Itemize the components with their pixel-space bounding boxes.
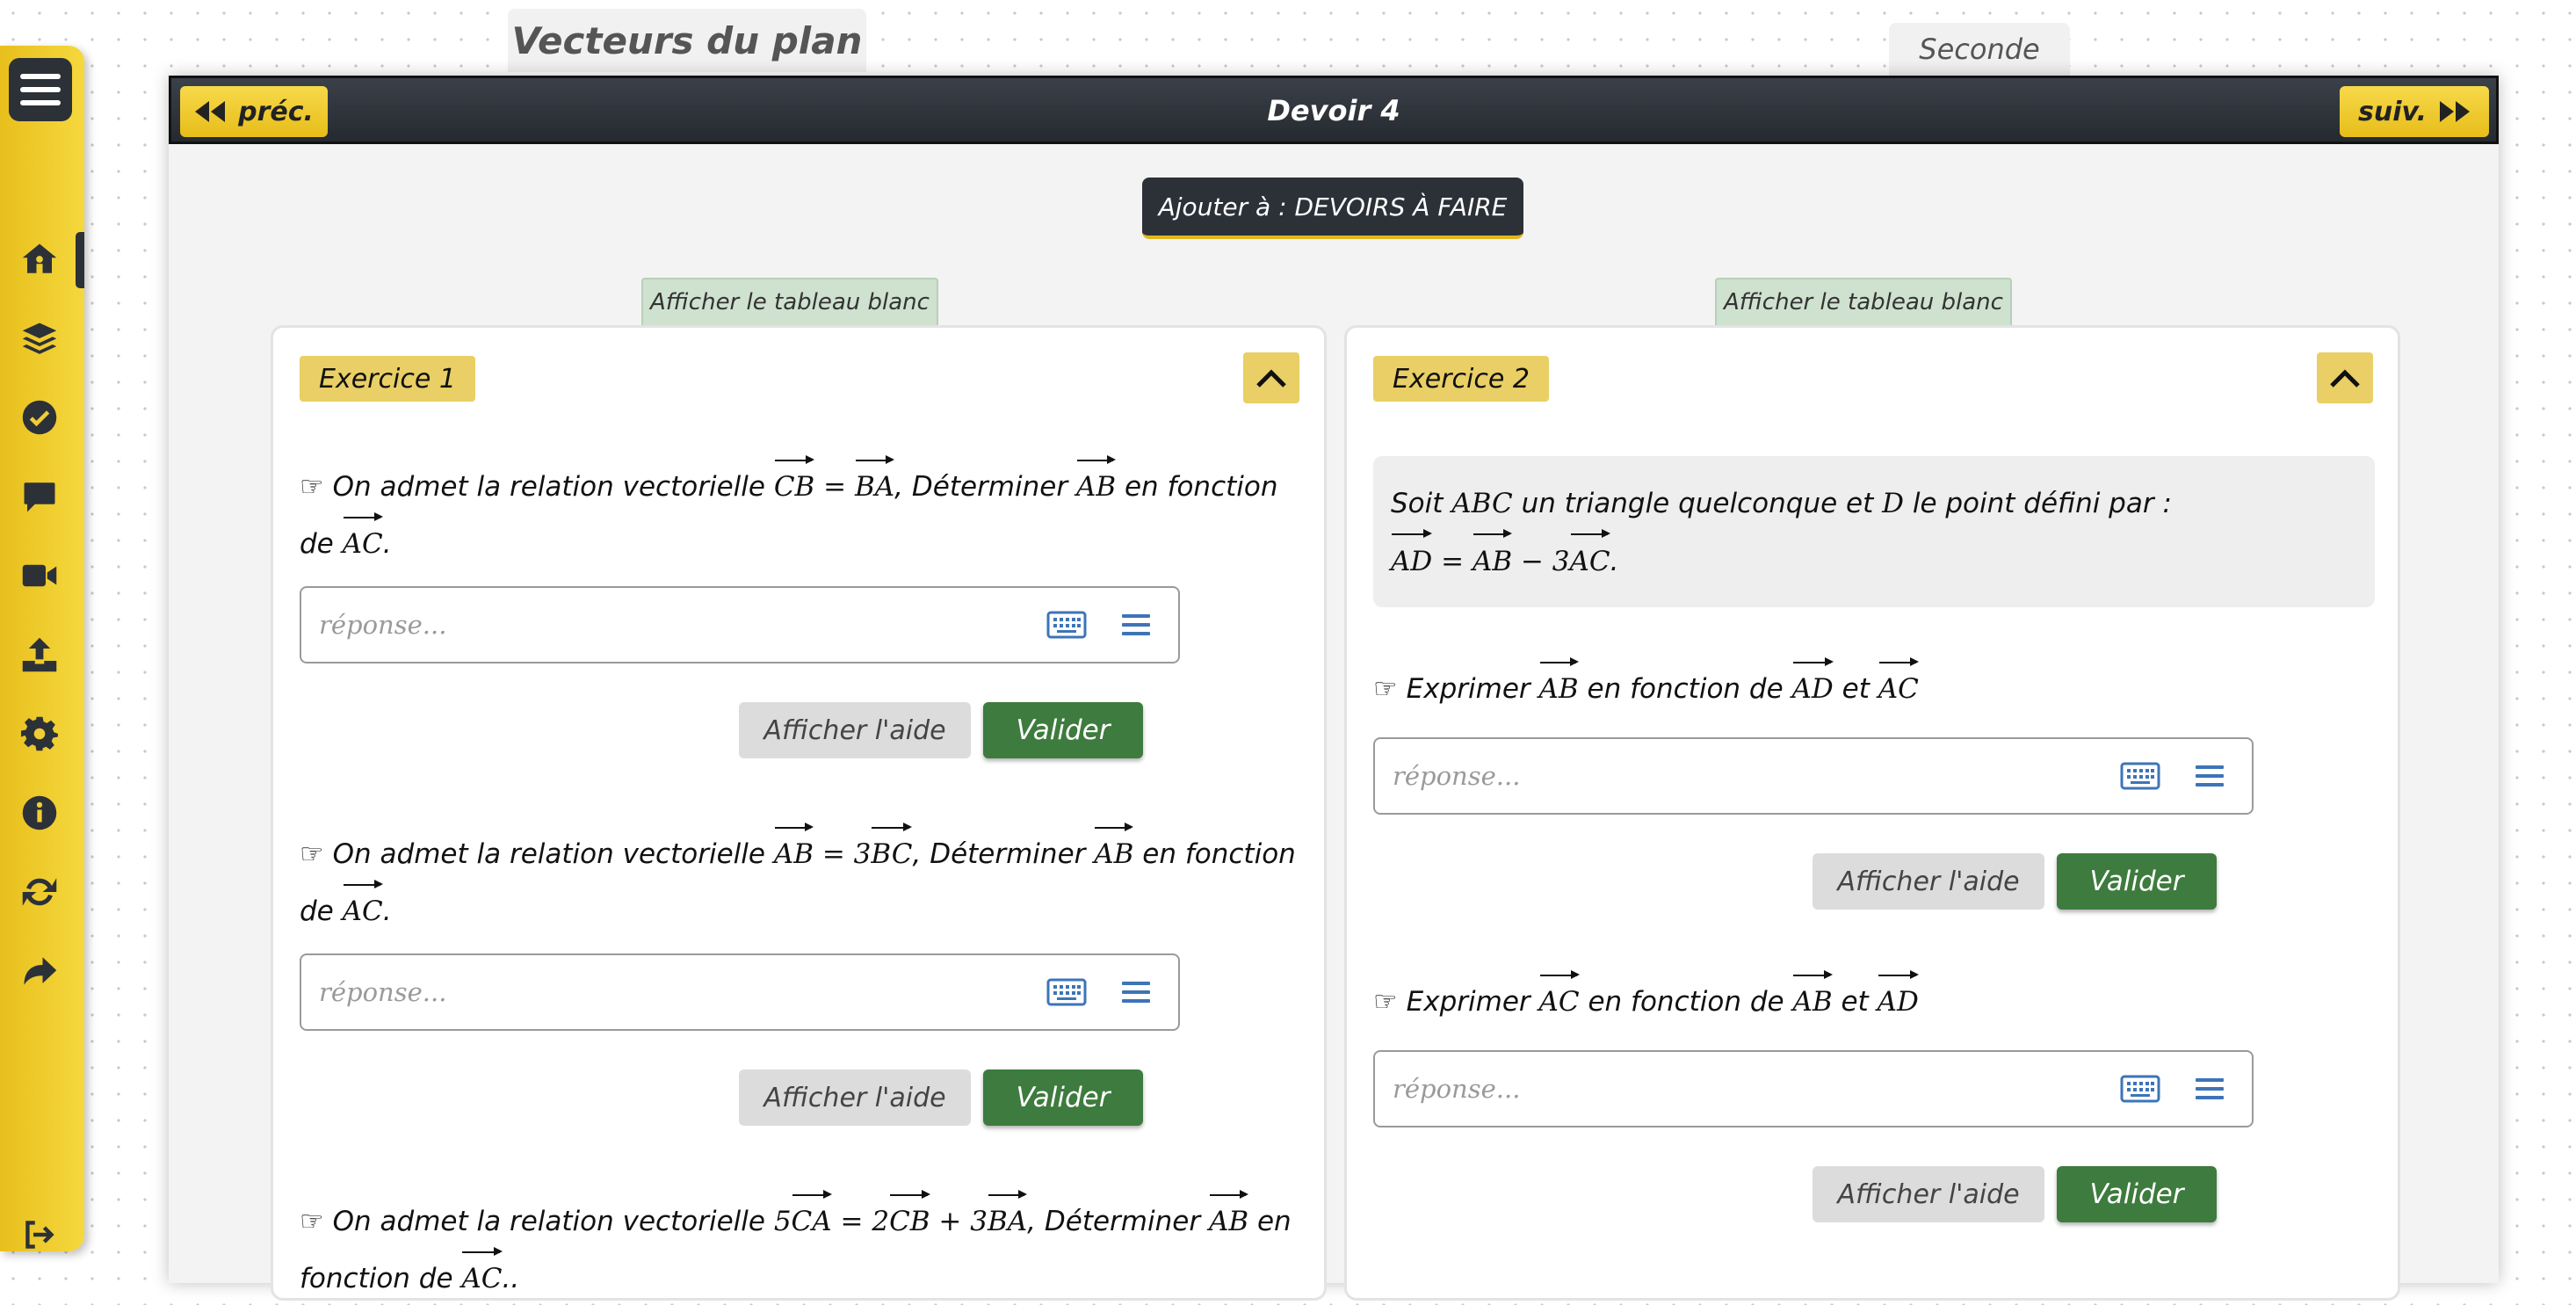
- ex2-statement: Soit ABC un triangle quelconque et D le …: [1373, 456, 2375, 607]
- keyboard-icon[interactable]: [1046, 609, 1087, 641]
- fast-forward-icon: [2440, 101, 2470, 122]
- home-icon[interactable]: [19, 239, 60, 279]
- next-label: suiv.: [2357, 96, 2427, 127]
- ex2-answer-input-1[interactable]: réponse...: [1373, 737, 2254, 815]
- vector-CB: CB: [889, 1190, 930, 1248]
- vector-AB: AB: [1076, 455, 1117, 513]
- vector-AC: AC: [1539, 970, 1580, 1028]
- vector-AC: AC: [343, 879, 383, 938]
- rewind-icon: [195, 101, 226, 122]
- menu-lines-icon[interactable]: [1118, 607, 1154, 642]
- chapter-title: Vecteurs du plan: [508, 9, 866, 72]
- check-circle-icon[interactable]: [19, 397, 60, 438]
- answer-placeholder: réponse...: [319, 977, 447, 1007]
- upload-icon[interactable]: [19, 634, 60, 675]
- ex1-answer-input-1[interactable]: réponse...: [300, 586, 1180, 663]
- keyboard-icon[interactable]: [2120, 1073, 2160, 1105]
- main-panel: Devoir 4 préc. suiv. Ajouter à : DEVOIRS…: [169, 76, 2499, 1301]
- exercise-1-badge: Exercice 1: [300, 356, 475, 402]
- menu-lines-icon[interactable]: [1118, 975, 1154, 1010]
- video-icon[interactable]: [19, 555, 60, 596]
- show-help-button-ex1-q1[interactable]: Afficher l'aide: [739, 702, 971, 758]
- next-button[interactable]: suiv.: [2340, 86, 2489, 137]
- validate-button-ex2-q2[interactable]: Valider: [2057, 1166, 2217, 1222]
- answer-placeholder: réponse...: [319, 610, 447, 640]
- show-whiteboard-tab-ex2[interactable]: Afficher le tableau blanc: [1715, 278, 2012, 325]
- vector-AC: AC: [343, 511, 383, 570]
- vector-AB: AB: [1094, 823, 1134, 881]
- ex1-question-3: ☞ On admet la relation vectorielle 5CA =…: [300, 1190, 1301, 1305]
- ex2-question-1: ☞ Exprimer AB en fonction de AD et AC: [1373, 657, 2375, 715]
- vector-CA: CA: [792, 1190, 832, 1248]
- active-indicator: [76, 232, 84, 288]
- menu-lines-icon[interactable]: [2192, 758, 2227, 794]
- collapse-exercise-2-button[interactable]: [2317, 352, 2373, 403]
- keyboard-icon[interactable]: [1046, 976, 1087, 1008]
- vector-AB: AB: [774, 823, 814, 881]
- layers-icon[interactable]: [19, 318, 60, 359]
- vector-AC: AC: [1570, 529, 1610, 588]
- show-help-button-ex2-q1[interactable]: Afficher l'aide: [1813, 853, 2044, 910]
- menu-lines-icon[interactable]: [2192, 1071, 2227, 1106]
- ex1-question-1: ☞ On admet la relation vectorielle CB = …: [300, 455, 1301, 570]
- vector-CB: CB: [774, 455, 814, 513]
- vector-AB: AB: [1473, 529, 1513, 588]
- prev-button[interactable]: préc.: [180, 86, 328, 137]
- vector-AB: AB: [1209, 1190, 1249, 1248]
- validate-button-ex1-q2[interactable]: Valider: [983, 1069, 1143, 1126]
- chat-icon[interactable]: [19, 476, 60, 517]
- vector-AC: AC: [461, 1246, 503, 1305]
- show-help-button-ex1-q2[interactable]: Afficher l'aide: [739, 1069, 971, 1126]
- answer-placeholder: réponse...: [1393, 1074, 1521, 1104]
- keyboard-icon[interactable]: [2120, 760, 2160, 792]
- share-icon[interactable]: [19, 951, 60, 991]
- assignment-title: Devoir 4: [1267, 94, 1400, 127]
- prev-label: préc.: [238, 96, 314, 127]
- sync-icon[interactable]: [19, 872, 60, 912]
- vector-AD: AD: [1391, 529, 1433, 588]
- ex1-answer-input-2[interactable]: réponse...: [300, 953, 1180, 1031]
- vector-AD: AD: [1878, 970, 1920, 1028]
- ex2-question-2: ☞ Exprimer AC en fonction de AB et AD: [1373, 970, 2375, 1028]
- assignment-nav-bar: Devoir 4 préc. suiv.: [169, 76, 2499, 144]
- collapse-exercise-1-button[interactable]: [1243, 352, 1299, 403]
- vector-BA: BA: [855, 455, 895, 513]
- logout-icon[interactable]: [19, 1214, 60, 1255]
- info-icon[interactable]: [19, 793, 60, 833]
- ex2-answer-input-2[interactable]: réponse...: [1373, 1050, 2254, 1127]
- vector-BC: BC: [871, 823, 913, 881]
- show-whiteboard-tab-ex1[interactable]: Afficher le tableau blanc: [641, 278, 938, 325]
- vector-BA: BA: [988, 1190, 1028, 1248]
- vector-AD: AD: [1792, 657, 1834, 715]
- chevron-up-icon: [2330, 369, 2360, 388]
- add-to-homework-button[interactable]: Ajouter à : DEVOIRS À FAIRE: [1142, 178, 1523, 239]
- vector-AB: AB: [1539, 657, 1579, 715]
- gear-icon[interactable]: [19, 714, 60, 754]
- validate-button-ex1-q1[interactable]: Valider: [983, 702, 1143, 758]
- vector-AB: AB: [1792, 970, 1833, 1028]
- menu-icon[interactable]: [9, 58, 72, 121]
- answer-placeholder: réponse...: [1393, 761, 1521, 791]
- show-help-button-ex2-q2[interactable]: Afficher l'aide: [1813, 1166, 2044, 1222]
- level-tab: Seconde: [1889, 23, 2070, 76]
- vector-AC: AC: [1878, 657, 1919, 715]
- exercise-1-card: Exercice 1 ☞ On admet la relation vector…: [271, 325, 1327, 1301]
- ex1-question-2: ☞ On admet la relation vectorielle AB = …: [300, 823, 1301, 938]
- validate-button-ex2-q1[interactable]: Valider: [2057, 853, 2217, 910]
- exercise-2-card: Exercice 2 Soit ABC un triangle quelconq…: [1344, 325, 2400, 1301]
- chevron-up-icon: [1256, 369, 1286, 388]
- exercise-2-badge: Exercice 2: [1373, 356, 1549, 402]
- sidebar: [0, 46, 84, 1251]
